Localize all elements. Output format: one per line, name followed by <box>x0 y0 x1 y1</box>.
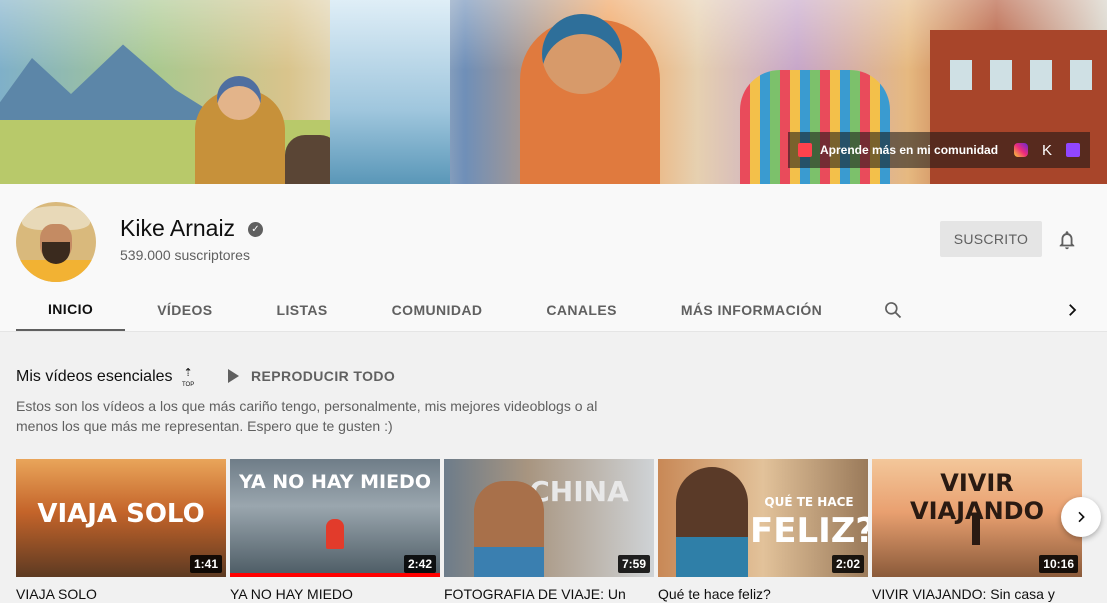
twitch-icon[interactable] <box>1066 143 1080 157</box>
video-card[interactable]: VIVIR VIAJANDO 10:16 VIVIR VIAJANDO: Sin… <box>872 459 1082 603</box>
shelf-description: Estos son los vídeos a los que más cariñ… <box>16 398 598 434</box>
video-duration: 2:02 <box>831 555 864 573</box>
video-thumbnail[interactable]: QUÉ TE HACE FELIZ? 2:02 <box>658 459 868 577</box>
video-duration: 10:16 <box>1039 555 1078 573</box>
top-sort-icon: ⇡ TOP <box>182 367 195 389</box>
social-links: K <box>1013 142 1080 159</box>
channel-search-icon[interactable] <box>870 288 916 332</box>
instagram-icon[interactable] <box>1013 143 1028 157</box>
subscriber-count: 539.000 suscriptores <box>120 247 250 263</box>
video-card[interactable]: YA NO HAY MIEDO 2:42 YA NO HAY MIEDO <box>230 459 440 603</box>
subscribed-button[interactable]: SUSCRITO <box>940 221 1042 257</box>
thumbnail-text-line1: QUÉ TE HACE <box>764 495 854 509</box>
banner-traveler-figure <box>520 14 660 184</box>
video-card[interactable]: VIAJA SOLO 1:41 VIAJA SOLO <box>16 459 226 603</box>
verified-check-icon: ✓ <box>248 222 263 237</box>
banner-elder-figure <box>195 76 285 184</box>
video-thumbnail[interactable]: VIAJA SOLO 1:41 <box>16 459 226 577</box>
video-duration: 7:59 <box>617 555 650 573</box>
community-links-bar: Aprende más en mi comunidad K <box>788 132 1090 168</box>
shelf-title[interactable]: Mis vídeos esenciales <box>16 368 173 386</box>
play-all-label: REPRODUCIR TODO <box>251 368 396 384</box>
banner-waterfall <box>330 0 450 184</box>
tab-listas[interactable]: LISTAS <box>245 288 360 332</box>
chevron-right-icon <box>1078 511 1085 523</box>
tab-canales[interactable]: CANALES <box>514 288 648 332</box>
play-all-button[interactable]: REPRODUCIR TODO <box>228 368 395 384</box>
tab-videos[interactable]: VÍDEOS <box>125 288 244 332</box>
video-card[interactable]: CHINA 7:59 FOTOGRAFIA DE VIAJE: Un <box>444 459 654 603</box>
video-thumbnail[interactable]: VIVIR VIAJANDO 10:16 <box>872 459 1082 577</box>
thumbnail-text-line2: FELIZ? <box>750 511 868 551</box>
video-thumbnail[interactable]: YA NO HAY MIEDO 2:42 <box>230 459 440 577</box>
patreon-icon[interactable] <box>798 143 812 157</box>
thumbnail-text: YA NO HAY MIEDO <box>239 471 431 493</box>
video-card[interactable]: QUÉ TE HACE FELIZ? 2:02 Qué te hace feli… <box>658 459 868 603</box>
tab-inicio[interactable]: INICIO <box>16 288 126 332</box>
video-title[interactable]: FOTOGRAFIA DE VIAJE: Un <box>444 586 654 602</box>
tabs-scroll-right-icon[interactable] <box>1052 288 1092 332</box>
community-link[interactable]: Aprende más en mi comunidad <box>820 143 998 157</box>
k-icon[interactable]: K <box>1042 142 1052 159</box>
tab-mas-informacion[interactable]: MÁS INFORMACIÓN <box>649 288 854 332</box>
watch-progress-bar <box>230 573 440 577</box>
video-title[interactable]: YA NO HAY MIEDO <box>230 586 440 602</box>
channel-banner: Aprende más en mi comunidad K <box>0 0 1107 184</box>
tab-comunidad[interactable]: COMUNIDAD <box>360 288 515 332</box>
channel-header: Kike Arnaiz ✓ 539.000 suscriptores SUSCR… <box>0 184 1107 332</box>
video-duration: 2:42 <box>403 555 436 573</box>
video-duration: 1:41 <box>189 555 222 573</box>
video-carousel: VIAJA SOLO 1:41 VIAJA SOLO YA NO HAY MIE… <box>16 459 1092 603</box>
notification-bell-icon[interactable] <box>1056 229 1078 251</box>
channel-tabs: INICIO VÍDEOS LISTAS COMUNIDAD CANALES M… <box>16 288 1092 332</box>
video-title[interactable]: VIVIR VIAJANDO: Sin casa y <box>872 586 1082 602</box>
video-title[interactable]: VIAJA SOLO <box>16 586 226 602</box>
play-icon <box>228 369 239 383</box>
channel-avatar[interactable] <box>16 202 96 282</box>
video-title[interactable]: Qué te hace feliz? <box>658 586 868 602</box>
carousel-next-button[interactable] <box>1061 497 1101 537</box>
home-content: Mis vídeos esenciales ⇡ TOP REPRODUCIR TO… <box>0 332 1107 603</box>
channel-name: Kike Arnaiz <box>120 215 236 241</box>
thumbnail-text: VIAJA SOLO <box>37 499 205 529</box>
video-thumbnail[interactable]: CHINA 7:59 <box>444 459 654 577</box>
